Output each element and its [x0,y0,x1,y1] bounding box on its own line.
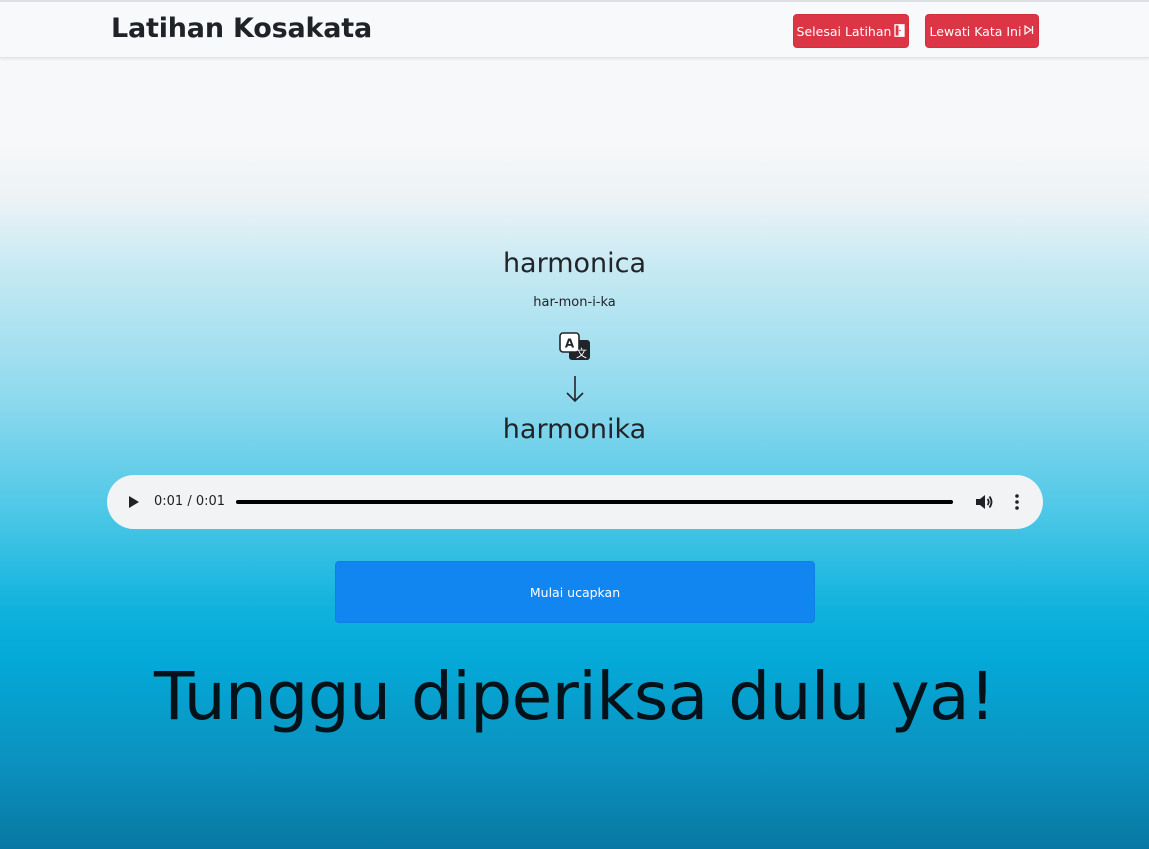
svg-text:文: 文 [576,346,587,360]
skip-word-button[interactable]: Lewati Kata Ini [925,14,1039,48]
more-options-icon[interactable] [1011,492,1023,512]
audio-seek-fill [236,500,953,504]
play-icon[interactable] [125,493,143,511]
audio-player: 0:01 / 0:01 [107,475,1043,529]
door-exit-icon [894,23,906,39]
skip-word-label: Lewati Kata Ini [929,23,1022,39]
syllable-breakdown: har-mon-i-ka [533,295,616,310]
finish-practice-label: Selesai Latihan [796,23,892,39]
finish-practice-button[interactable]: Selesai Latihan [793,14,909,48]
audio-time: 0:01 / 0:01 [154,494,226,509]
arrow-down-icon [563,374,587,404]
volume-icon[interactable] [974,492,994,512]
svg-text:A: A [565,337,575,351]
start-speaking-button[interactable]: Mulai ucapkan [335,561,815,623]
indonesian-word: harmonika [502,414,647,445]
translate-icon: A 文 [559,332,591,362]
skip-forward-icon [1024,24,1034,37]
audio-seek-bar[interactable] [236,500,953,504]
navbar: Latihan Kosakata Selesai Latihan Lewati … [0,0,1149,58]
navbar-brand[interactable]: Latihan Kosakata [111,13,372,44]
english-word: harmonica [502,248,647,279]
status-message: Tunggu diperiksa dulu ya! [153,658,996,735]
